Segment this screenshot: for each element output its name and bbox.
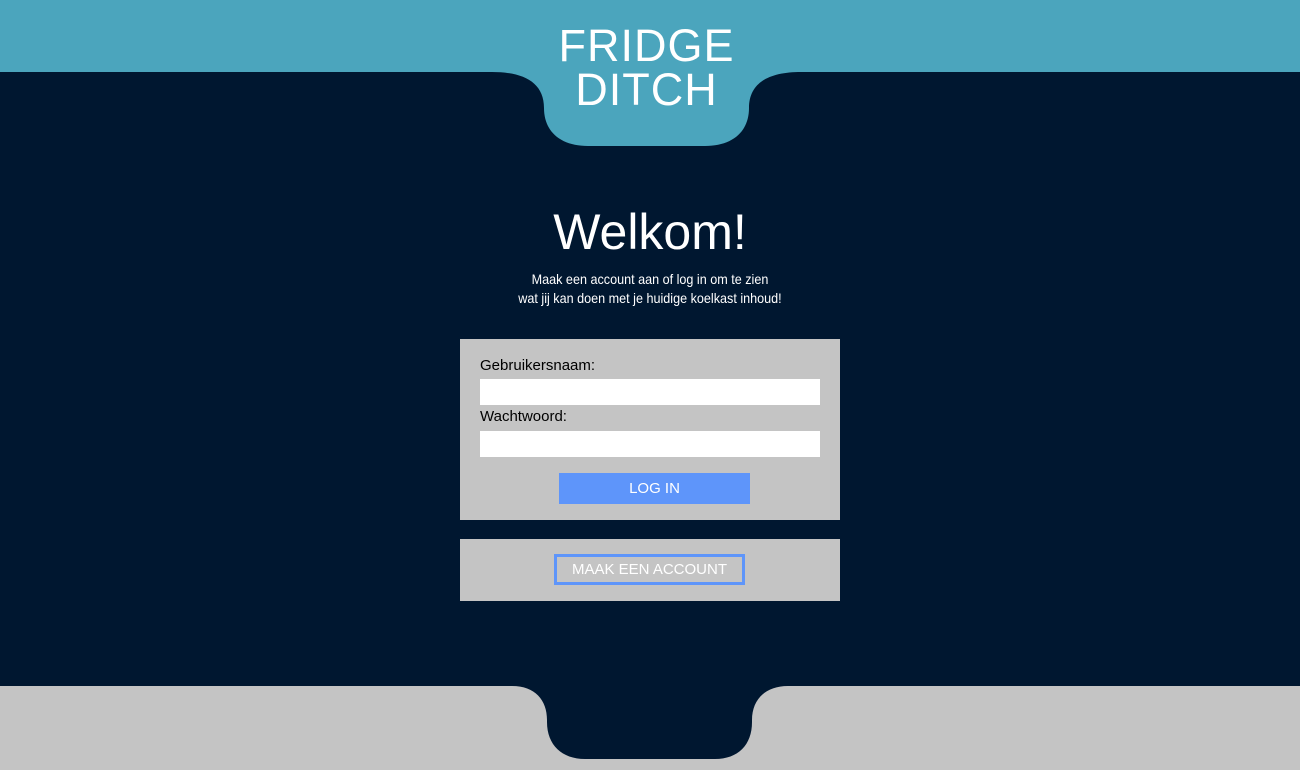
footer-band <box>0 686 1300 770</box>
subtitle-line-1: Maak een account aan of log in om te zie… <box>531 271 769 287</box>
login-button[interactable]: LOG IN <box>559 473 750 504</box>
username-label: Gebruikersnaam: <box>480 357 596 374</box>
password-label: Wachtwoord: <box>480 408 567 425</box>
signup-panel: MAAK EEN ACCOUNT <box>460 539 840 601</box>
subtitle-line-2: wat jij kan doen met je huidige koelkast… <box>518 290 782 306</box>
page-title: Welkom! <box>553 204 747 260</box>
username-input[interactable] <box>480 379 820 405</box>
brand-line-2: DITCH <box>575 64 718 115</box>
page-subtitle: Maak een account aan of log in om te zie… <box>65 270 1235 308</box>
brand-line-1: FRIDGE <box>558 20 735 71</box>
create-account-button[interactable]: MAAK EEN ACCOUNT <box>554 554 745 585</box>
brand-logo[interactable]: FRIDGE DITCH <box>544 20 749 115</box>
login-form: Gebruikersnaam: Wachtwoord: LOG IN <box>460 339 840 520</box>
password-input[interactable] <box>480 431 820 457</box>
